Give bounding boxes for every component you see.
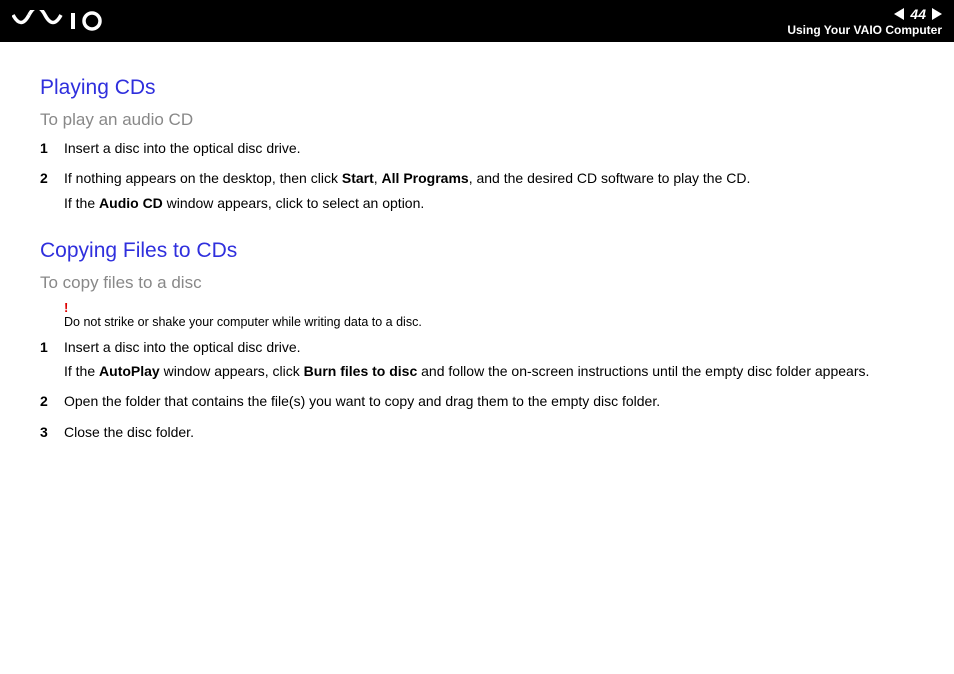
warning-icon: ! xyxy=(64,300,68,315)
list-item: 2 If nothing appears on the desktop, the… xyxy=(40,168,926,217)
step-number: 1 xyxy=(40,138,64,162)
step-text: Close the disc folder. xyxy=(64,422,926,442)
sub-title-play-audio: To play an audio CD xyxy=(40,110,926,130)
section-title-copying: Copying Files to CDs xyxy=(40,239,926,263)
warning-text: Do not strike or shake your computer whi… xyxy=(64,301,926,329)
step-body: Insert a disc into the optical disc driv… xyxy=(64,138,926,162)
step-text: If nothing appears on the desktop, then … xyxy=(64,168,926,188)
sub-title-copy-files: To copy files to a disc xyxy=(40,273,926,293)
step-text: If the Audio CD window appears, click to… xyxy=(64,193,926,213)
vaio-logo-svg xyxy=(12,10,122,32)
step-text: If the AutoPlay window appears, click Bu… xyxy=(64,361,926,381)
step-body: Insert a disc into the optical disc driv… xyxy=(64,337,926,386)
header-right: 44 Using Your VAIO Computer xyxy=(787,6,942,37)
list-item: 2 Open the folder that contains the file… xyxy=(40,391,926,415)
step-number: 3 xyxy=(40,422,64,446)
step-number: 1 xyxy=(40,337,64,386)
vaio-logo xyxy=(12,10,122,32)
step-number: 2 xyxy=(40,168,64,217)
step-number: 2 xyxy=(40,391,64,415)
step-text: Open the folder that contains the file(s… xyxy=(64,391,926,411)
list-item: 1 Insert a disc into the optical disc dr… xyxy=(40,138,926,162)
copy-steps: 1 Insert a disc into the optical disc dr… xyxy=(40,337,926,446)
step-body: Open the folder that contains the file(s… xyxy=(64,391,926,415)
step-text: Insert a disc into the optical disc driv… xyxy=(64,138,926,158)
section-title-playing: Playing CDs xyxy=(40,76,926,100)
breadcrumb: Using Your VAIO Computer xyxy=(787,23,942,37)
prev-page-arrow-icon[interactable] xyxy=(894,8,904,20)
next-page-arrow-icon[interactable] xyxy=(932,8,942,20)
list-item: 3 Close the disc folder. xyxy=(40,422,926,446)
page-header: 44 Using Your VAIO Computer xyxy=(0,0,954,42)
warning-note: ! Do not strike or shake your computer w… xyxy=(64,301,926,329)
step-body: Close the disc folder. xyxy=(64,422,926,446)
page-nav: 44 xyxy=(894,6,942,22)
page-number: 44 xyxy=(910,6,926,22)
page-content: Playing CDs To play an audio CD 1 Insert… xyxy=(0,42,954,446)
step-body: If nothing appears on the desktop, then … xyxy=(64,168,926,217)
play-steps: 1 Insert a disc into the optical disc dr… xyxy=(40,138,926,217)
list-item: 1 Insert a disc into the optical disc dr… xyxy=(40,337,926,386)
step-text: Insert a disc into the optical disc driv… xyxy=(64,337,926,357)
